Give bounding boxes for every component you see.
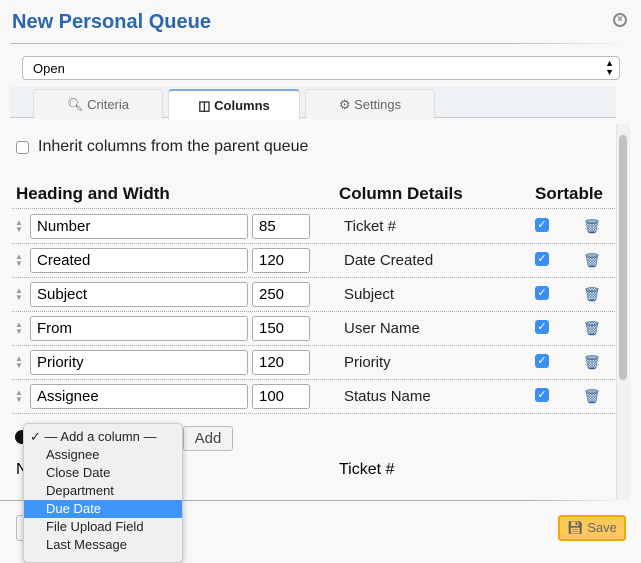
drag-handle-icon[interactable]: ▲ ▼ [15,321,23,336]
trash-icon[interactable]: 🗑︎ [583,388,601,405]
heading-value: Number [37,218,91,235]
heading-input[interactable]: Number [30,214,248,239]
option-label: Department [46,483,114,498]
queue-select[interactable]: Open ▲ ▼ [22,56,620,80]
drag-handle-icon[interactable]: ▲ ▼ [15,389,23,404]
tab-label: Settings [354,97,402,112]
sortable-checkbox[interactable]: ✓ [535,388,549,402]
width-input[interactable] [252,214,310,239]
heading-value: Priority [37,354,84,371]
width-input[interactable] [252,248,310,273]
column-row: ▲▼ Assignee Status Name ✓ 🗑︎ [12,379,615,413]
partial-details: Ticket # [339,461,395,478]
divider [10,43,630,44]
sortable-checkbox[interactable]: ✓ [535,354,549,368]
width-input[interactable] [252,282,310,307]
divider [12,413,615,414]
column-details: Subject [344,286,395,303]
heading-value: Assignee [37,388,99,405]
option-label: Assignee [46,447,100,462]
dialog-title: New Personal Queue [12,11,211,33]
option-label: Close Date [46,465,111,480]
trash-icon[interactable]: 🗑︎ [583,218,601,235]
column-row: ▲▼ From User Name ✓ 🗑︎ [12,311,615,345]
option-label: Due Date [46,501,101,516]
dropdown-option[interactable]: Department [24,482,182,500]
save-button[interactable]: 💾︎ Save [558,515,626,541]
drag-handle-icon[interactable]: ▲ ▼ [15,355,23,370]
option-label: — Add a column — [44,429,157,444]
column-details: User Name [344,320,420,337]
drag-handle-icon[interactable]: ▲ ▼ [15,253,23,268]
option-label: File Upload Field [46,519,144,534]
heading-input[interactable]: Subject [30,282,248,307]
scrollbar-thumb[interactable] [619,135,627,380]
trash-icon[interactable]: 🗑︎ [583,320,601,337]
close-icon[interactable]: × [613,13,627,27]
dropdown-option[interactable]: Assignee [24,446,182,464]
inherit-checkbox[interactable] [16,141,29,154]
heading-input[interactable]: Priority [30,350,248,375]
add-column-dropdown[interactable]: ✓ — Add a column — Assignee Close Date Depa… [23,423,183,563]
search-icon: 🔍︎ [66,97,84,112]
trash-icon[interactable]: 🗑︎ [583,252,601,269]
heading-width-header: Heading and Width [16,184,170,203]
width-input[interactable] [252,384,310,409]
column-row: ▲▼ Subject Subject ✓ 🗑︎ [12,277,615,311]
trash-icon[interactable]: 🗑︎ [583,286,601,303]
queue-select-value: Open [33,61,65,76]
inherit-label: Inherit columns from the parent queue [38,138,309,155]
heading-input[interactable]: From [30,316,248,341]
dropdown-option[interactable]: Last Message [24,536,182,554]
column-row: ▲▼ Created Date Created ✓ 🗑︎ [12,243,615,277]
column-row: ▲▼ Priority Priority ✓ 🗑︎ [12,345,615,379]
drag-handle-icon[interactable]: ▲ ▼ [15,287,23,302]
option-label: Last Message [46,537,127,552]
dropdown-option[interactable]: Due Date [24,500,182,518]
sortable-checkbox[interactable]: ✓ [535,252,549,266]
column-row: ▲▼ Number Ticket # ✓ 🗑︎ [12,209,615,243]
dropdown-option[interactable]: File Upload Field [24,518,182,536]
sortable-checkbox[interactable]: ✓ [535,320,549,334]
dropdown-option[interactable]: ✓ — Add a column — [24,428,182,446]
column-details: Date Created [344,252,434,269]
dropdown-option[interactable]: Close Date [24,464,182,482]
heading-value: Created [37,252,91,269]
width-input[interactable] [252,350,310,375]
select-arrows-icon: ▲ ▼ [605,58,614,77]
column-details: Status Name [344,388,431,405]
width-input[interactable] [252,316,310,341]
check-icon: ✓ [30,429,45,444]
heading-input[interactable]: Assignee [30,384,248,409]
save-label: Save [587,520,617,535]
column-details: Priority [344,354,391,371]
heading-input[interactable]: Created [30,248,248,273]
column-details: Ticket # [344,218,396,235]
tab-columns[interactable]: ◫ Columns [168,89,300,120]
columns-icon: ◫ [198,98,211,113]
save-icon: 💾︎ [567,520,584,535]
column-details-header: Column Details [339,184,463,203]
tab-label: Columns [214,98,270,113]
add-column-button[interactable]: Add [183,426,233,451]
sortable-checkbox[interactable]: ✓ [535,286,549,300]
sortable-checkbox[interactable]: ✓ [535,218,549,232]
drag-handle-icon[interactable]: ▲ ▼ [15,219,23,234]
heading-value: Subject [37,286,88,303]
heading-value: From [37,320,72,337]
tab-criteria[interactable]: 🔍︎ Criteria [33,89,163,119]
trash-icon[interactable]: 🗑︎ [583,354,601,371]
gear-icon: ⚙ [338,97,351,112]
tab-settings[interactable]: ⚙ Settings [305,89,435,119]
tab-label: Criteria [87,97,130,112]
sortable-header: Sortable [535,184,604,203]
